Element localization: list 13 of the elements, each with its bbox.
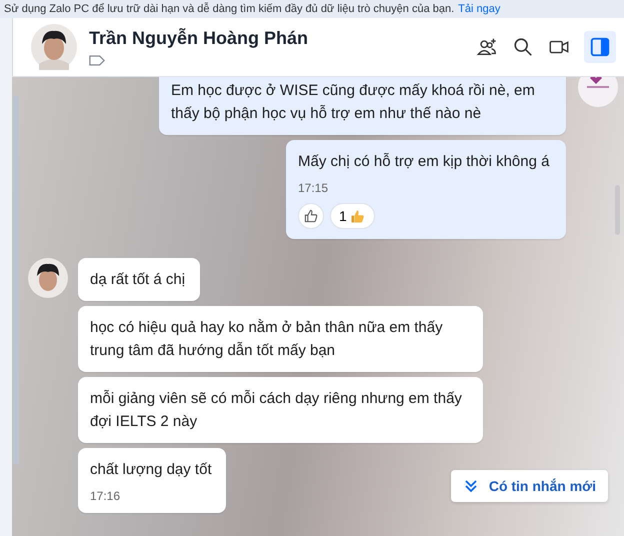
reaction-count[interactable]: 1 xyxy=(330,203,375,229)
new-messages-button[interactable]: Có tin nhắn mới xyxy=(450,470,608,502)
message-text: học có hiệu quả hay ko nằm ở bản thân nữa em thấy trung tâm đã hướng dẫn tốt mấy bạn xyxy=(90,318,444,361)
download-link[interactable]: Tải ngay xyxy=(458,3,500,15)
message-time: 17:16 xyxy=(90,489,122,503)
contact-name: Trần Nguyễn Hoàng Phán xyxy=(89,28,308,49)
message-time: 17:15 xyxy=(298,181,330,195)
message-text: mỗi giảng viên sẽ có mỗi cách dạy riêng nhưng em thấy đợi IELTS 2 này xyxy=(90,389,463,432)
message-text: chất lượng dạy tốt xyxy=(90,460,213,480)
message-text: Em học được ở WISE cũng được mấy khoá rồi nè, em thấy bộ phận học vụ hỗ trợ em như thế nào nè xyxy=(171,81,536,124)
message-text: dạ rất tốt á chị xyxy=(90,270,186,290)
banner-text: Sử dụng Zalo PC để lưu trữ dài hạn và dễ dàng tìm kiếm đầy đủ dữ liệu trò chuyện của bạn. xyxy=(4,3,454,15)
message-text: Mấy chị có hỗ trợ em kịp thời không á xyxy=(298,152,550,172)
